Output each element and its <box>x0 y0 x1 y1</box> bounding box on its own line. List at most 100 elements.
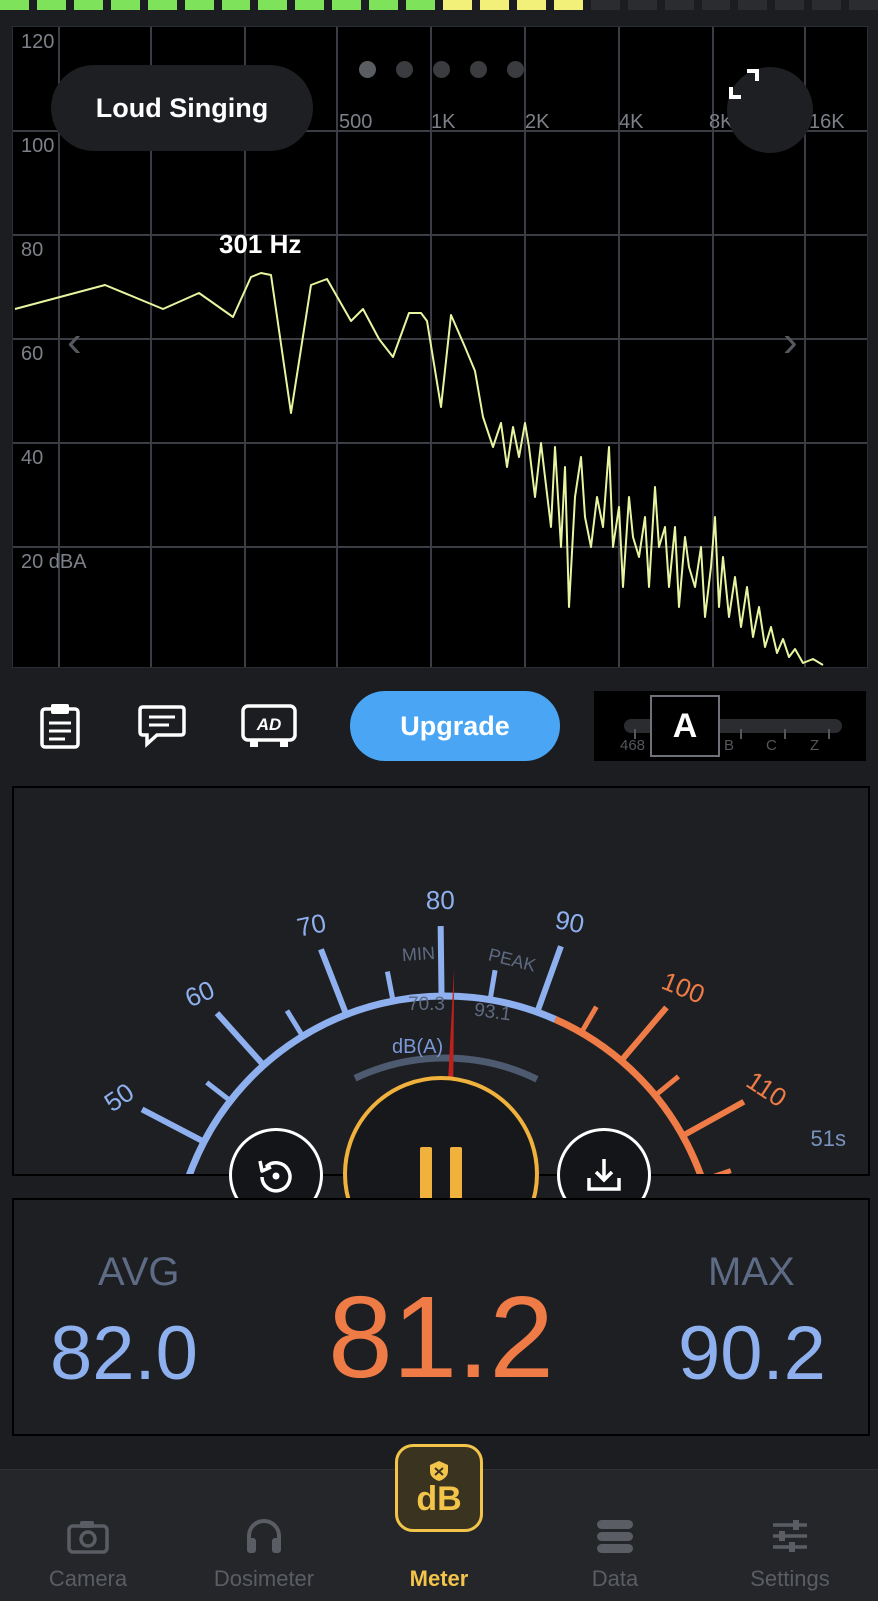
tab-camera[interactable]: Camera <box>0 1470 176 1601</box>
level-segment <box>369 0 399 10</box>
comment-icon <box>138 705 186 748</box>
gauge-tick <box>618 1005 669 1063</box>
camera-icon <box>67 1470 109 1554</box>
min-value: 70.3 <box>408 994 445 1015</box>
upgrade-button[interactable]: Upgrade <box>350 691 560 761</box>
database-icon <box>595 1470 635 1554</box>
level-segment <box>406 0 436 10</box>
tab-label: Camera <box>48 1566 128 1591</box>
tab-dosimeter[interactable]: Dosimeter <box>176 1470 352 1601</box>
max-value: 90.2 <box>678 1311 826 1396</box>
level-segment <box>849 0 878 10</box>
gauge-scale-label: 90 <box>553 904 587 939</box>
page-dot[interactable] <box>507 61 524 78</box>
peak-frequency-label: 301 Hz <box>219 229 302 259</box>
gauge-tick <box>653 1074 681 1098</box>
elapsed-time: 51s <box>810 1126 846 1151</box>
level-segment <box>443 0 472 10</box>
tab-label: Settings <box>750 1566 830 1591</box>
weighting-selected[interactable]: A <box>650 695 720 757</box>
db-meter-icon: dB <box>395 1444 483 1532</box>
page-dot[interactable] <box>433 61 450 78</box>
level-segment <box>516 0 546 10</box>
gauge-tick <box>214 1011 266 1068</box>
gauge-tick <box>318 948 350 1016</box>
gauge-scale-label: 60 <box>180 974 218 1013</box>
weighting-option[interactable]: 468 <box>620 737 645 754</box>
level-segment <box>738 0 768 10</box>
chevron-right-icon[interactable]: › <box>783 317 798 367</box>
gauge-scale-label: 80 <box>426 885 455 915</box>
gauge-tick <box>384 971 396 1002</box>
gauge-tick <box>487 969 498 1001</box>
spectrum-analyzer[interactable]: 120 100 80 60 40 20 dBA 500 1K 2K 4K 8K … <box>12 26 868 668</box>
level-segment <box>0 0 29 10</box>
weighting-tick <box>828 729 830 739</box>
report-button[interactable] <box>34 700 86 752</box>
gauge-tick <box>713 1168 732 1174</box>
unit-label: dB(A) <box>392 1036 444 1058</box>
page-dot[interactable] <box>359 61 376 78</box>
tab-meter[interactable]: dB Meter <box>351 1444 527 1601</box>
preset-label[interactable]: Loud Singing <box>51 65 313 151</box>
y-axis-label: 20 dBA <box>21 551 87 573</box>
page-dot[interactable] <box>470 61 487 78</box>
level-segment <box>775 0 805 10</box>
gauge-scale-label: 110 <box>741 1065 792 1113</box>
level-segment <box>184 0 214 10</box>
stats-panel: AVG 82.0 81.2 MAX 90.2 <box>12 1198 870 1436</box>
level-segment <box>110 0 140 10</box>
level-segment <box>664 0 694 10</box>
tab-label: Dosimeter <box>213 1566 315 1591</box>
download-icon <box>587 1159 621 1191</box>
tab-settings[interactable]: Settings <box>702 1470 878 1601</box>
tab-meter-icon-wrap: dB <box>395 1444 483 1554</box>
weighting-selector[interactable]: 468 B C Z A <box>594 691 866 761</box>
chevron-left-icon[interactable]: ‹ <box>67 317 82 367</box>
page-dot[interactable] <box>396 61 413 78</box>
level-segment <box>73 0 103 10</box>
level-segment <box>479 0 509 10</box>
x-axis-label: 2K <box>525 111 550 133</box>
gauge-scale-label: 70 <box>294 907 328 942</box>
level-segment <box>627 0 657 10</box>
gauge-tick <box>205 1080 232 1103</box>
gauge-tick <box>284 1009 305 1038</box>
level-segment <box>590 0 620 10</box>
page-indicator[interactable] <box>359 61 524 78</box>
x-axis-label: 16K <box>809 111 845 133</box>
gauge-scale-label: 50 <box>99 1077 140 1118</box>
sliders-icon <box>771 1470 809 1554</box>
y-axis-label: 120 <box>21 31 55 53</box>
level-segment <box>36 0 66 10</box>
y-axis-label: 80 <box>21 239 44 261</box>
x-axis-label: 1K <box>431 111 456 133</box>
gauge-tick <box>437 925 445 997</box>
weighting-option[interactable]: C <box>766 737 777 754</box>
tab-bar: Camera Dosimeter dB Meter Data Settings <box>0 1444 878 1601</box>
y-axis-label: 60 <box>21 343 44 365</box>
comment-button[interactable] <box>136 700 188 752</box>
gauge-tick <box>681 1099 746 1139</box>
db-badge-text: dB <box>416 1480 462 1518</box>
remove-ads-icon: AD <box>241 704 297 747</box>
remove-ads-button[interactable]: AD <box>240 700 298 752</box>
level-segment <box>221 0 251 10</box>
pause-bar <box>450 1147 462 1201</box>
level-segment <box>332 0 362 10</box>
shield-icon <box>430 1461 448 1481</box>
fullscreen-button[interactable] <box>727 67 813 153</box>
expand-icon <box>729 69 759 99</box>
gauge-tick <box>534 945 564 1014</box>
level-segment <box>258 0 288 10</box>
spectrum-trace <box>14 272 824 666</box>
y-axis-label: 100 <box>21 135 55 157</box>
headphones-icon <box>244 1470 284 1554</box>
tab-label: Meter <box>409 1566 469 1591</box>
report-icon <box>40 704 80 749</box>
level-segment <box>295 0 325 10</box>
weighting-option[interactable]: B <box>724 737 734 754</box>
tab-data[interactable]: Data <box>527 1470 703 1601</box>
weighting-option[interactable]: Z <box>810 737 819 754</box>
x-axis-label: 4K <box>619 111 644 133</box>
